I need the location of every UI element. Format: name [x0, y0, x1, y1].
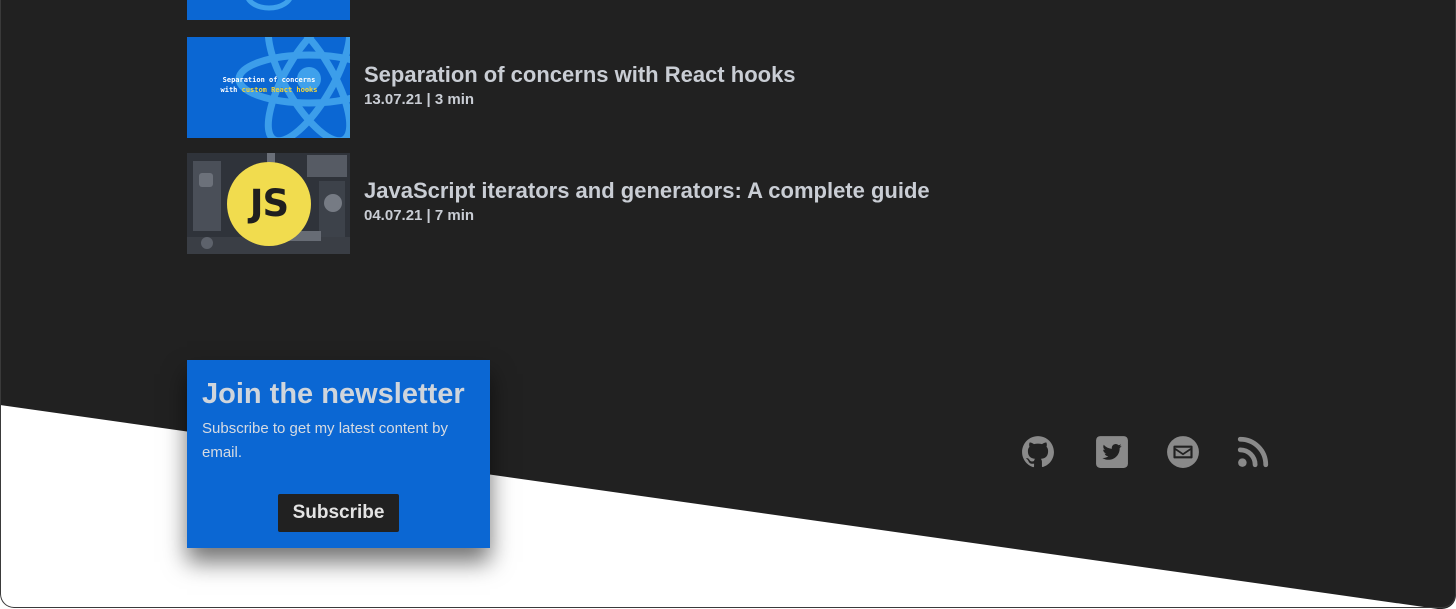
github-link[interactable] [1021, 435, 1055, 469]
post-item[interactable]: JS JavaScript iterators and generators: … [187, 153, 987, 254]
email-link[interactable] [1166, 435, 1200, 469]
post-title-link[interactable]: Separation of concerns with React hooks [364, 61, 796, 89]
post-meta: 04.07.21 | 7 min [364, 207, 475, 224]
post-thumbnail[interactable]: Separation of concerns with custom React… [187, 37, 350, 138]
newsletter-title: Join the newsletter [202, 378, 465, 410]
rss-link[interactable] [1236, 435, 1270, 469]
rss-icon [1237, 436, 1269, 468]
twitter-icon [1096, 436, 1128, 468]
mail-icon [1167, 436, 1199, 468]
js-badge: JS [227, 162, 311, 246]
post-title-link[interactable]: JavaScript iterators and generators: A c… [364, 177, 930, 205]
post-thumbnail-previous[interactable] [187, 0, 350, 20]
thumbnail-caption-line2: with custom React hooks [187, 85, 350, 95]
post-thumbnail[interactable]: JS [187, 153, 350, 254]
page: Separation of concerns with custom React… [0, 0, 1456, 609]
subscribe-button[interactable]: Subscribe [278, 494, 399, 532]
thumbnail-caption-prefix: with [220, 86, 242, 94]
post-info: Separation of concerns with React hooks … [364, 61, 796, 110]
thumbnail-caption: Separation of concerns with custom React… [187, 75, 350, 95]
react-logo-icon [246, 0, 292, 11]
twitter-link[interactable] [1095, 435, 1129, 469]
post-item[interactable]: Separation of concerns with custom React… [187, 37, 987, 138]
github-icon [1022, 436, 1054, 468]
thumbnail-caption-highlight: custom React hooks [241, 86, 318, 94]
post-meta: 13.07.21 | 3 min [364, 91, 475, 108]
newsletter-description: Subscribe to get my latest content by em… [202, 420, 448, 461]
newsletter-card: Join the newsletter Subscribe to get my … [187, 360, 490, 548]
thumbnail-caption-line1: Separation of concerns [222, 76, 316, 84]
post-info: JavaScript iterators and generators: A c… [364, 177, 930, 226]
